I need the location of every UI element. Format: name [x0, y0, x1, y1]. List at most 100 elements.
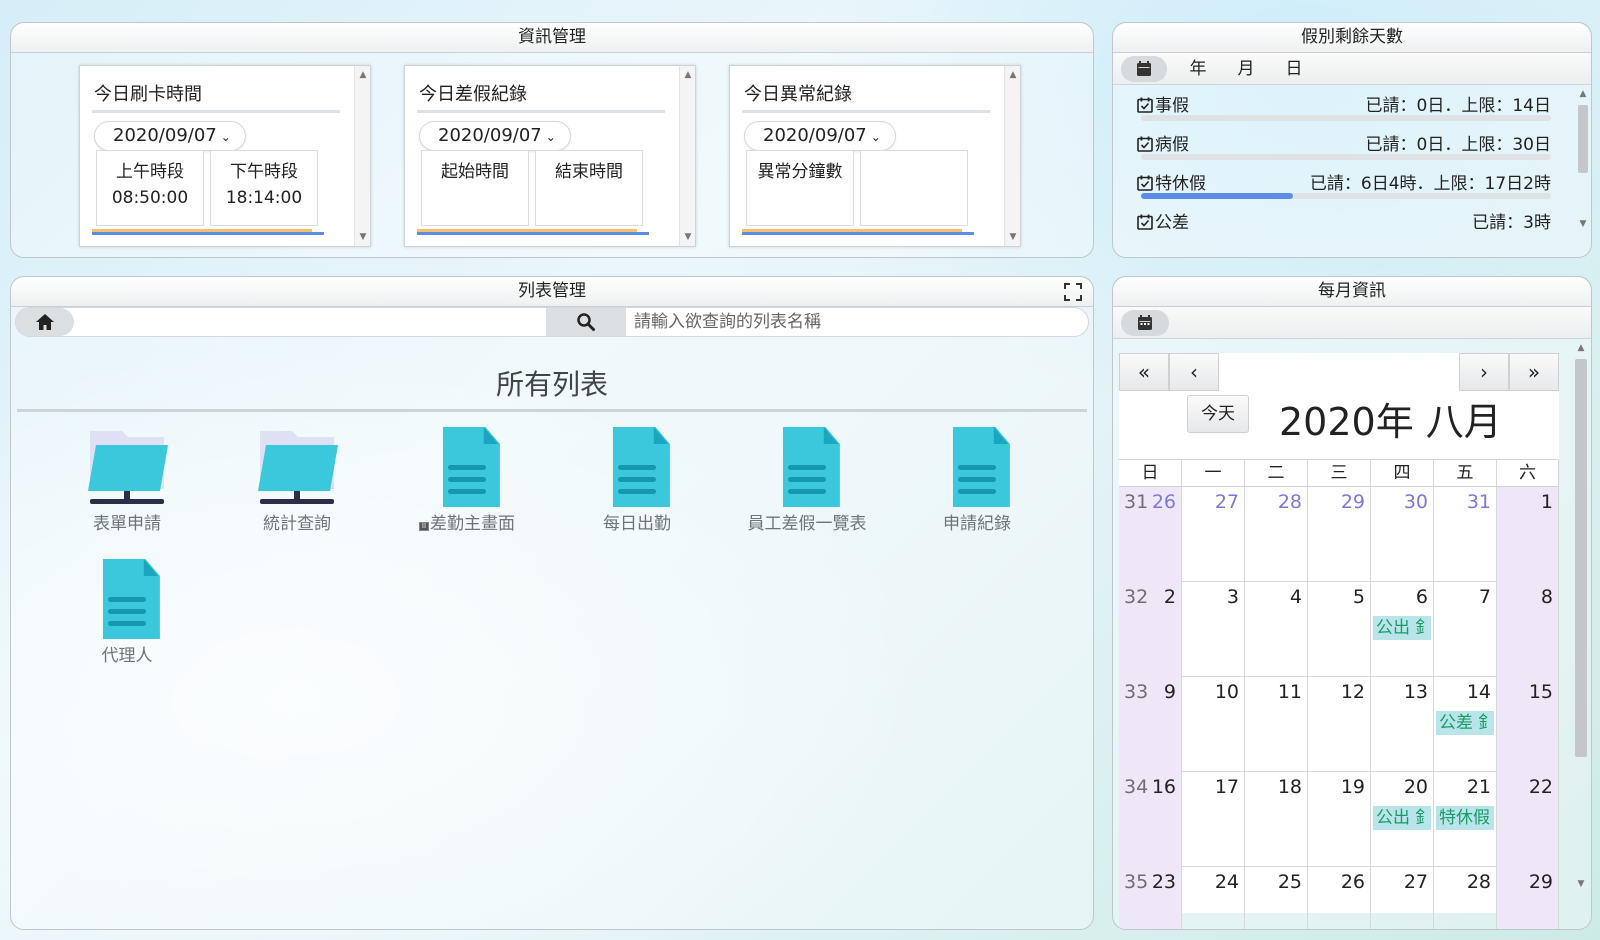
search-button[interactable]	[546, 308, 626, 336]
scroll-up-icon[interactable]: ▲	[680, 70, 696, 80]
tab-day[interactable]: 日	[1271, 56, 1317, 82]
calendar-day[interactable]: 29	[1497, 867, 1559, 929]
day-number: 5	[1352, 586, 1365, 608]
date-dropdown[interactable]: 2020/09/07 ⌄	[744, 121, 896, 151]
scroll-up-icon[interactable]: ▲	[1573, 343, 1589, 353]
calendar-day[interactable]: 27	[1182, 487, 1245, 582]
calendar-scrollbar[interactable]: ▲ ▼	[1573, 341, 1589, 901]
calendar-day[interactable]: 32 2	[1119, 582, 1182, 677]
leave-scrollbar[interactable]: ▲ ▼	[1575, 85, 1591, 257]
list-item-proxy[interactable]: 代理人	[47, 559, 207, 679]
scroll-down-icon[interactable]: ▼	[1005, 232, 1021, 242]
chevron-down-icon: ⌄	[870, 130, 881, 144]
list-item-form-apply[interactable]: 表單申請	[47, 427, 207, 547]
scroll-down-icon[interactable]: ▼	[355, 232, 371, 242]
calendar-event[interactable]: 公出 釒	[1373, 806, 1431, 830]
calendar-day[interactable]: 28	[1245, 487, 1308, 582]
calendar-day[interactable]: 17	[1182, 772, 1245, 867]
scrollbar[interactable]: ▲ ▼	[1004, 66, 1020, 246]
calendar-event[interactable]: 公差 釒	[1436, 711, 1494, 735]
scroll-up-icon[interactable]: ▲	[355, 70, 371, 80]
list-item-apply-records[interactable]: 申請紀錄	[897, 427, 1057, 547]
day-number: 11	[1277, 681, 1302, 703]
today-button[interactable]: 今天	[1187, 395, 1249, 433]
list-item-stats-query[interactable]: 統計查詢	[217, 427, 377, 547]
date-dropdown[interactable]: 2020/09/07 ⌄	[94, 121, 246, 151]
calendar-day[interactable]: 27	[1371, 867, 1434, 929]
calendar-day[interactable]: 34 16	[1119, 772, 1182, 867]
calendar-day[interactable]: 18	[1245, 772, 1308, 867]
search-icon	[577, 313, 595, 331]
day-number: 29	[1528, 871, 1553, 893]
next-month-button[interactable]: ›	[1459, 353, 1509, 391]
scrollbar[interactable]: ▲ ▼	[354, 66, 370, 246]
calendar-day[interactable]: 26	[1308, 867, 1371, 929]
list-item-attendance-main[interactable]: II 差勤主畫面	[387, 427, 547, 547]
next-year-button[interactable]: »	[1509, 353, 1559, 391]
calendar-event[interactable]: 特休假	[1436, 806, 1494, 830]
calendar-day[interactable]: 33 9	[1119, 677, 1182, 772]
leave-type: 病假	[1155, 135, 1189, 155]
home-button[interactable]	[16, 308, 74, 336]
scroll-up-icon[interactable]: ▲	[1575, 89, 1591, 99]
calendar-day[interactable]: 3	[1182, 582, 1245, 677]
scrollbar[interactable]: ▲ ▼	[679, 66, 695, 246]
leave-detail: 已請：6日4時．上限：17日2時	[1309, 174, 1551, 194]
tab-year[interactable]: 年	[1175, 56, 1221, 82]
calendar-day[interactable]: 22	[1497, 772, 1559, 867]
punch-card: 今日刷卡時間 2020/09/07 ⌄ 上午時段 08:50:00 下午時段 18…	[79, 65, 371, 247]
calendar-day[interactable]: 12	[1308, 677, 1371, 772]
calendar-day[interactable]: 4	[1245, 582, 1308, 677]
scroll-down-icon[interactable]: ▼	[680, 232, 696, 242]
calendar-day[interactable]: 21 特休假	[1434, 772, 1497, 867]
calendar-day[interactable]: 31 26	[1119, 487, 1182, 582]
scroll-thumb[interactable]	[1578, 105, 1588, 173]
leave-usage-bar	[1141, 115, 1551, 121]
list-search-input[interactable]	[632, 310, 1052, 334]
prev-year-button[interactable]: «	[1119, 353, 1169, 391]
calendar-icon[interactable]	[1121, 56, 1167, 82]
calendar-day[interactable]: 13	[1371, 677, 1434, 772]
expand-icon[interactable]	[1063, 282, 1083, 302]
calendar-day[interactable]: 1	[1497, 487, 1559, 582]
calendar-day[interactable]: 5	[1308, 582, 1371, 677]
calendar-day[interactable]: 20 公出 釒	[1371, 772, 1434, 867]
calendar-day[interactable]: 11	[1245, 677, 1308, 772]
scroll-thumb[interactable]	[1575, 359, 1587, 757]
calendar-day[interactable]: 25	[1245, 867, 1308, 929]
prev-month-button[interactable]: ‹	[1169, 353, 1219, 391]
list-item-daily-attendance[interactable]: 每日出勤	[557, 427, 717, 547]
calendar-day[interactable]: 31	[1434, 487, 1497, 582]
tab-month[interactable]: 月	[1223, 56, 1269, 82]
date-dropdown[interactable]: 2020/09/07 ⌄	[419, 121, 571, 151]
leave-row-sick: 病假 已請：0日．上限：30日	[1137, 126, 1551, 164]
calendar-day[interactable]: 30	[1371, 487, 1434, 582]
day-number: 28	[1466, 871, 1491, 893]
calendar-day[interactable]: 14 公差 釒	[1434, 677, 1497, 772]
leave-type: 特休假	[1155, 174, 1206, 194]
calendar-day[interactable]: 35 23	[1119, 867, 1182, 929]
calendar-day[interactable]: 15	[1497, 677, 1559, 772]
calendar-day[interactable]: 29	[1308, 487, 1371, 582]
calendar-day[interactable]: 7	[1434, 582, 1497, 677]
scroll-down-icon[interactable]: ▼	[1575, 219, 1591, 229]
calendar-day[interactable]: 6 公出 釒	[1371, 582, 1434, 677]
calendar-day[interactable]: 24	[1182, 867, 1245, 929]
calendar-day[interactable]: 28	[1434, 867, 1497, 929]
calendar-day[interactable]: 10	[1182, 677, 1245, 772]
end-time-cell: 結束時間	[535, 150, 643, 226]
list-item-employee-leave-list[interactable]: 員工差假一覽表	[727, 427, 887, 547]
scroll-down-icon[interactable]: ▼	[1573, 879, 1589, 889]
progress-bar-blue	[417, 232, 649, 235]
calendar-icon[interactable]	[1121, 310, 1169, 336]
calendar-week-row: 33 9 10 11 12 13 14 公差 釒 15	[1119, 677, 1559, 772]
day-number: 18	[1277, 776, 1302, 798]
calendar-week-row: 31 26 27 28 29 30 31 1	[1119, 487, 1559, 582]
calendar-day[interactable]: 19	[1308, 772, 1371, 867]
calendar-event[interactable]: 公出 釒	[1373, 616, 1431, 640]
calendar-check-icon	[1137, 175, 1153, 191]
scroll-up-icon[interactable]: ▲	[1005, 70, 1021, 80]
day-number: 21	[1466, 776, 1491, 798]
weekday-label: 五	[1434, 460, 1497, 487]
calendar-day[interactable]: 8	[1497, 582, 1559, 677]
